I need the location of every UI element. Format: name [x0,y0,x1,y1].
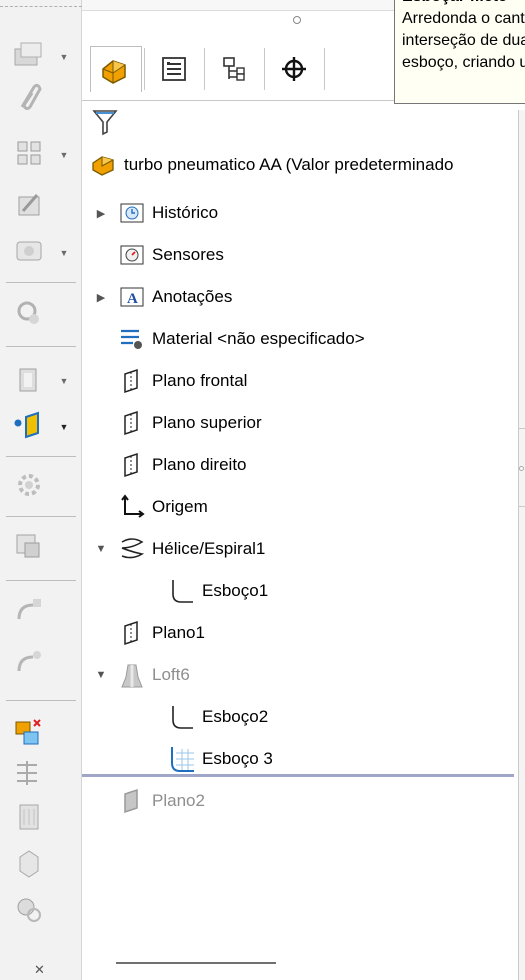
extrude-icon[interactable] [4,362,54,396]
sketch-tools-icon[interactable] [4,38,54,72]
instant3d-icon[interactable] [4,892,54,926]
expand-arrow-icon[interactable]: ▶ [94,291,108,304]
paperclip-icon[interactable] [4,80,54,114]
reference-plane-icon[interactable] [4,408,54,442]
tree-root-label: turbo pneumatico AA (Valor predeterminad… [124,155,454,174]
plane-icon [118,451,146,479]
sketch-icon [168,577,196,605]
gear-icon[interactable] [4,468,54,502]
tooltip-line: esboço, criando um arco [402,54,525,71]
rollback-bar[interactable] [82,774,514,777]
horizontal-scrollbar[interactable] [116,962,276,964]
chevron-down-icon[interactable]: ▼ [58,248,70,258]
sketch-grid-icon [168,745,196,773]
tree-item-historico[interactable]: ▶ Histórico [94,196,218,230]
tree-item-helice[interactable]: ▼ Hélice/Espiral1 [94,532,265,566]
command-toolbar: ▼ ▼ ▼ ▼ ▼ ✕ [0,0,82,980]
rapid-sketch-icon[interactable] [4,530,54,564]
filter-bar [82,102,520,140]
splitter-handle[interactable] [293,16,301,24]
annotations-folder-icon: A [118,283,146,311]
tree-item-plano2[interactable]: Plano2 [118,784,205,818]
assembly-icon[interactable] [4,846,54,880]
plane-icon [118,367,146,395]
tree-item-origem[interactable]: Origem [118,490,208,524]
tooltip: Esboçar filete Arredonda o canto na inte… [394,0,525,104]
fillet-icon[interactable] [4,646,54,680]
tab-property-manager[interactable] [148,46,200,92]
tab-feature-manager[interactable] [90,46,142,92]
expand-toolbar-icon[interactable]: ✕ [34,962,45,978]
tree-item-sensores[interactable]: Sensores [118,238,224,272]
sensor-folder-icon [118,241,146,269]
display-relations-icon[interactable] [4,234,54,268]
toolbar-grip[interactable] [0,0,82,7]
filter-icon[interactable] [92,108,118,141]
tooltip-line: Arredonda o canto na [402,10,525,27]
convert-entities-icon[interactable] [4,296,54,330]
plane-icon [118,619,146,647]
smart-dimension-icon[interactable] [4,594,54,628]
dimxpert-icon [282,57,306,81]
part-icon [90,151,118,179]
origin-icon [118,493,146,521]
tab-configuration-manager[interactable] [208,46,260,92]
edit-sketch-icon[interactable] [4,188,54,222]
sketch-icon [168,703,196,731]
tree-item-anotacoes[interactable]: ▶ A Anotações [94,280,233,314]
expand-arrow-icon[interactable]: ▶ [94,207,108,220]
chevron-down-icon[interactable]: ▼ [58,52,70,62]
tree-item-plano-direito[interactable]: Plano direito [118,448,247,482]
feature-manager-icon [102,59,126,84]
tree-item-plano-frontal[interactable]: Plano frontal [118,364,247,398]
pattern-icon[interactable] [4,136,54,170]
collapse-arrow-icon[interactable]: ▼ [94,543,108,555]
helix-icon [118,535,146,563]
tooltip-title: Esboçar filete [402,0,525,8]
tree-item-esboco2[interactable]: Esboço2 [168,700,268,734]
plane-icon [118,409,146,437]
loft-icon [118,661,146,689]
configuration-manager-icon [223,57,245,81]
shell-icon[interactable] [4,800,54,834]
chevron-down-icon[interactable]: ▼ [58,376,70,386]
tab-dimxpert[interactable] [268,46,320,92]
tooltip-line: interseção de duas [402,32,525,49]
tree-item-plano1[interactable]: Plano1 [118,616,205,650]
collapse-arrow-icon[interactable]: ▼ [94,669,108,681]
plane-icon [118,787,146,815]
tree-item-material[interactable]: Material <não especificado> [118,322,365,356]
tree-item-esboco3[interactable]: Esboço 3 [168,742,273,776]
tree-item-loft6[interactable]: ▼ Loft6 [94,658,190,692]
tree-item-esboco1[interactable]: Esboço1 [168,574,268,608]
history-folder-icon [118,199,146,227]
graphics-area-edge [518,110,525,980]
sketch-fillet-icon[interactable] [4,716,54,750]
linear-pattern-icon[interactable] [4,756,54,790]
svg-text:A: A [127,291,138,307]
material-icon [118,325,146,353]
chevron-down-icon[interactable]: ▼ [58,422,70,432]
chevron-down-icon[interactable]: ▼ [58,150,70,160]
splitter-handle[interactable] [519,466,524,471]
property-manager-icon [162,57,186,81]
feature-manager-panel: turbo pneumatico AA (Valor predeterminad… [82,0,520,980]
tree-root-part[interactable]: turbo pneumatico AA (Valor predeterminad… [90,148,454,182]
tree-item-plano-superior[interactable]: Plano superior [118,406,262,440]
